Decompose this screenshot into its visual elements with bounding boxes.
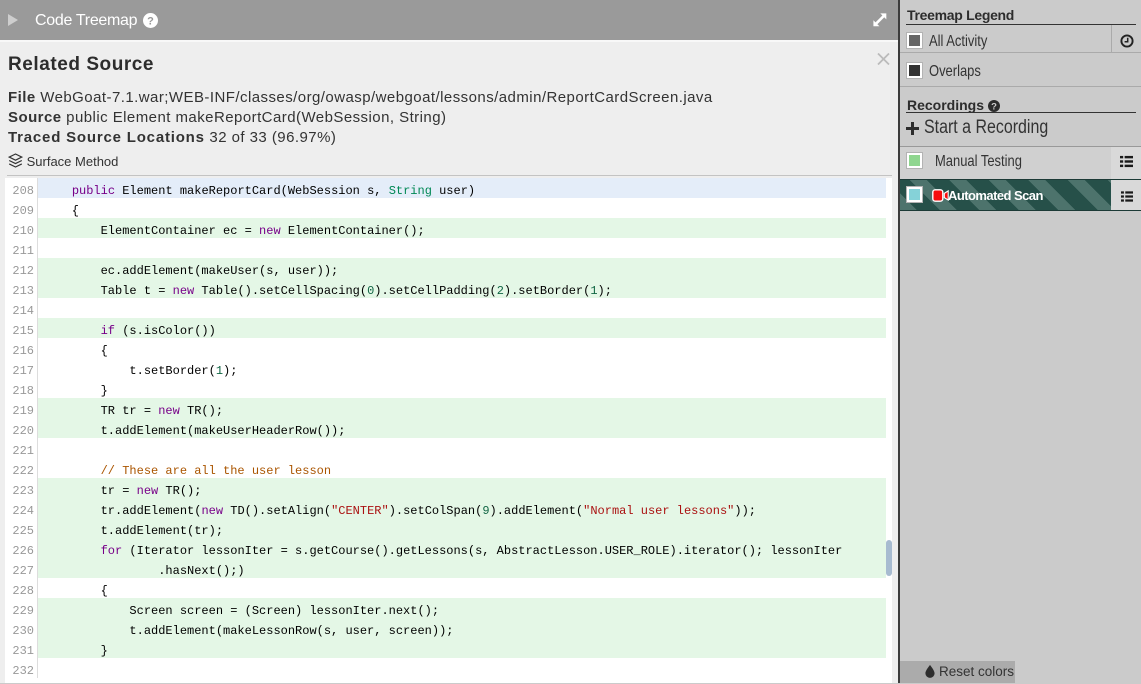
svg-text:?: ? (147, 16, 154, 28)
svg-text:?: ? (991, 101, 997, 112)
